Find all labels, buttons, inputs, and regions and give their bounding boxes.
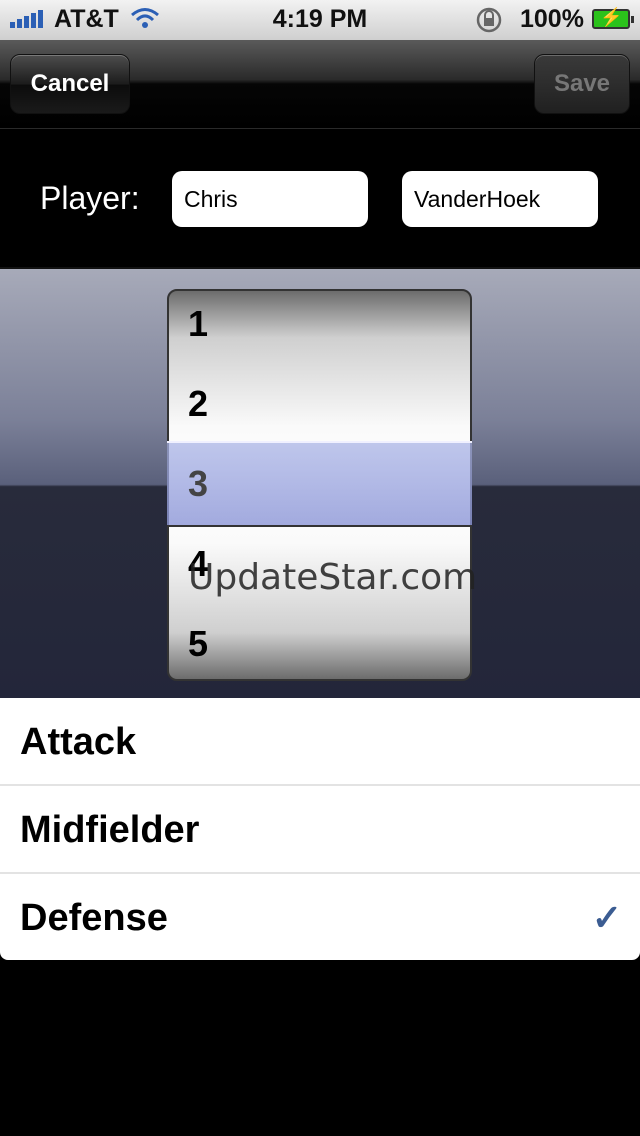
list-item-label: Defense [20,897,168,939]
picker-selection-indicator [167,441,472,527]
list-item-label: Attack [20,721,137,763]
first-name-field[interactable]: Chris [172,171,368,227]
rotation-lock-icon [476,7,502,33]
list-item-midfielder[interactable]: Midfielder [0,784,640,870]
picker-option[interactable]: 5 [188,623,208,665]
watermark-text: UpdateStar.com [188,557,478,598]
last-name-field[interactable]: VanderHoek [402,171,598,227]
charging-bolt-icon: ⚡ [600,7,623,27]
battery-icon: ⚡ [592,7,634,29]
list-item-defense[interactable]: Defense ✓ [0,872,640,958]
save-button[interactable]: Save [534,54,630,114]
cancel-button[interactable]: Cancel [10,54,130,114]
navigation-bar: Cancel Save [0,40,640,129]
player-label: Player: [40,180,140,216]
status-bar: AT&T 4:19 PM 100% ⚡ [0,0,640,40]
list-item-label: Midfielder [20,809,200,851]
position-list: Attack Midfielder Defense ✓ [0,698,640,960]
picker-option-selected[interactable]: 3 [188,463,208,505]
picker-option[interactable]: 1 [188,303,208,345]
number-picker: 1 2 3 4 5 UpdateStar.com [0,267,640,700]
checkmark-icon: ✓ [591,897,622,938]
battery-percent: 100% [520,5,584,33]
list-item-attack[interactable]: Attack [0,698,640,784]
picker-option[interactable]: 2 [188,383,208,425]
